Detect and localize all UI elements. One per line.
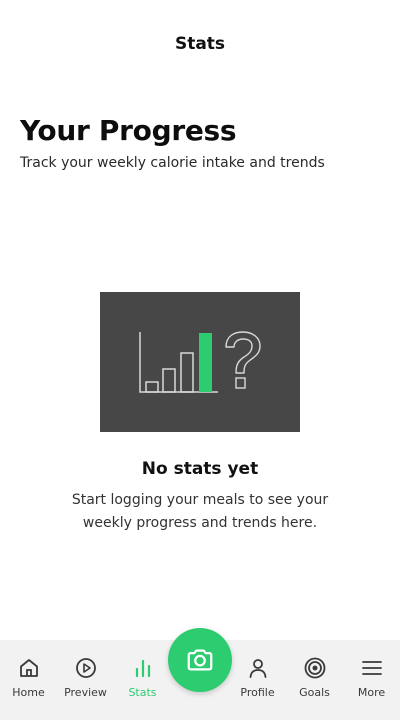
nav-item-preview[interactable]: Preview	[57, 640, 114, 720]
nav-item-goals[interactable]: Goals	[286, 640, 343, 720]
nav-label-profile: Profile	[240, 686, 275, 699]
menu-icon	[361, 661, 382, 675]
progress-heading: Your Progress	[20, 114, 237, 147]
nav-label-more: More	[357, 686, 386, 699]
camera-icon	[187, 649, 213, 671]
nav-item-stats[interactable]: Stats	[114, 640, 171, 720]
bar-chart-question-icon	[139, 331, 261, 393]
nav-label-home: Home	[12, 686, 45, 699]
nav-item-more[interactable]: More	[343, 640, 400, 720]
person-icon	[249, 659, 266, 678]
nav-label-goals: Goals	[299, 686, 330, 699]
stats-screen: Stats Your Progress Track your weekly ca…	[0, 0, 400, 720]
nav-label-stats: Stats	[128, 686, 157, 699]
target-icon	[304, 657, 325, 679]
progress-subheading: Track your weekly calorie intake and tre…	[20, 155, 325, 171]
empty-state-message: Start logging your meals to see your wee…	[71, 492, 329, 531]
empty-stats-illustration	[100, 292, 300, 432]
home-icon	[19, 659, 38, 677]
bar-chart-icon	[135, 659, 150, 678]
empty-state-title: No stats yet	[141, 459, 259, 479]
nav-label-preview: Preview	[64, 686, 107, 699]
nav-item-home[interactable]: Home	[0, 640, 57, 720]
page-title: Stats	[174, 34, 226, 54]
camera-button[interactable]	[168, 628, 232, 692]
play-circle-icon	[75, 658, 96, 678]
nav-item-profile[interactable]: Profile	[229, 640, 286, 720]
